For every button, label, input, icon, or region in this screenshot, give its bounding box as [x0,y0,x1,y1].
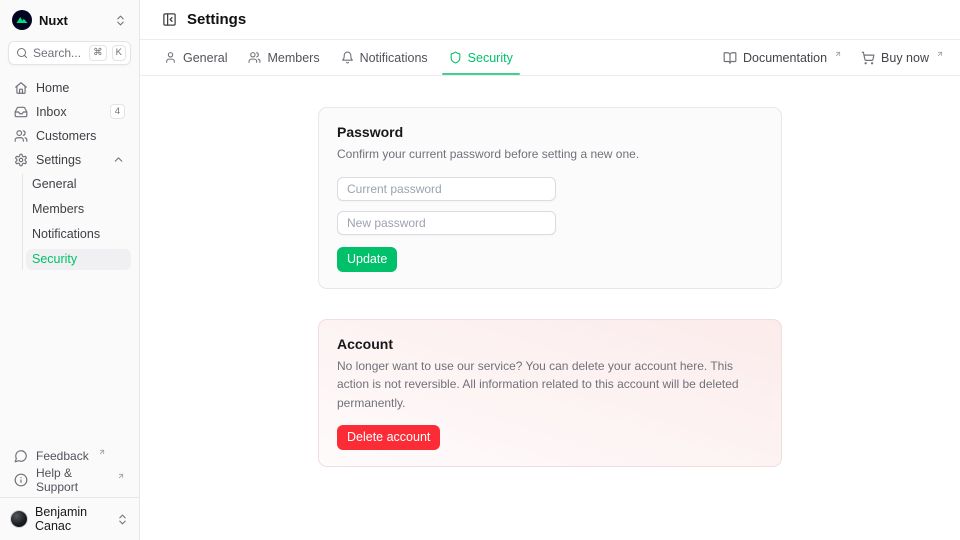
kbd-k: K [112,45,126,61]
sidebar-footer: Feedback Help & Support [8,446,131,497]
sidebar-nav: Home Inbox 4 Customers Settings General … [8,78,131,270]
external-link-icon [834,50,842,58]
sidebar-item-settings[interactable]: Settings [8,150,131,169]
external-link-icon [98,448,106,456]
users-icon [14,129,28,143]
org-switcher[interactable]: Nuxt [8,8,131,32]
footer-link-label: Help & Support [36,466,108,494]
tab-label: Notifications [360,51,428,65]
tab-members[interactable]: Members [247,40,320,75]
avatar [10,510,28,528]
tabbar-links: Documentation Buy now [723,51,944,65]
inbox-count-badge: 4 [110,104,125,120]
panel-left-close-icon [162,12,177,27]
search-input[interactable]: Search... ⌘ K [8,41,131,65]
account-card-description: No longer want to use our service? You c… [337,357,763,413]
bell-icon [341,51,354,64]
account-card: Account No longer want to use our servic… [318,319,782,468]
delete-account-button[interactable]: Delete account [337,425,440,450]
new-password-field[interactable] [337,211,556,235]
search-icon [16,47,28,59]
user-icon [164,51,177,64]
external-link-icon [936,50,944,58]
content-area: Password Confirm your current password b… [140,76,960,540]
kbd-cmd: ⌘ [89,45,107,61]
chevrons-up-down-icon [116,513,129,526]
info-icon [14,473,28,487]
tab-link-label: Buy now [881,51,929,65]
tab-security[interactable]: Security [448,40,514,75]
house-icon [14,81,28,95]
documentation-link[interactable]: Documentation [723,51,842,65]
org-name: Nuxt [39,13,107,28]
chat-bubble-icon [14,449,28,463]
cart-icon [861,51,875,65]
chevrons-up-down-icon [114,14,127,27]
inbox-icon [14,105,28,119]
sidebar-item-label: Home [36,81,69,95]
user-menu[interactable]: Benjamin Canac [0,497,139,540]
collapse-sidebar-button[interactable] [162,12,177,27]
help-support-link[interactable]: Help & Support [8,470,131,489]
tab-label: Security [468,51,513,65]
sidebar-item-settings-members[interactable]: Members [26,199,131,220]
main-area: Settings General Members Notifications S… [140,0,960,540]
page-header: Settings [140,0,960,40]
buy-now-link[interactable]: Buy now [861,51,944,65]
sidebar-item-label: Customers [36,129,96,143]
settings-sub-list: General Members Notifications Security [22,174,131,270]
sidebar-item-settings-security[interactable]: Security [26,249,131,270]
sidebar-item-inbox[interactable]: Inbox 4 [8,102,131,121]
feedback-link[interactable]: Feedback [8,446,131,465]
tab-general[interactable]: General [163,40,228,75]
chevron-up-icon [112,153,125,166]
shield-icon [449,51,462,64]
sidebar-item-label: Inbox [36,105,67,119]
external-link-icon [117,472,125,480]
password-card-title: Password [337,124,763,140]
password-card: Password Confirm your current password b… [318,107,782,289]
account-card-title: Account [337,336,763,352]
book-open-icon [723,51,737,65]
tab-label: Members [267,51,319,65]
settings-tabbar: General Members Notifications Security D… [140,40,960,76]
password-card-description: Confirm your current password before set… [337,145,763,164]
sidebar-item-settings-general[interactable]: General [26,174,131,195]
tab-link-label: Documentation [743,51,827,65]
tab-label: General [183,51,227,65]
search-placeholder: Search... [33,46,84,60]
page-title: Settings [187,11,246,28]
update-password-button[interactable]: Update [337,247,397,272]
sidebar-item-settings-notifications[interactable]: Notifications [26,224,131,245]
footer-link-label: Feedback [36,449,89,463]
sidebar: Nuxt Search... ⌘ K Home Inbox 4 Customer… [0,0,140,540]
tab-notifications[interactable]: Notifications [340,40,429,75]
sidebar-item-customers[interactable]: Customers [8,126,131,145]
current-password-field[interactable] [337,177,556,201]
gear-icon [14,153,28,167]
nuxt-logo-icon [12,10,32,30]
users-icon [248,51,261,64]
sidebar-item-label: Settings [36,153,81,167]
sidebar-item-home[interactable]: Home [8,78,131,97]
user-name: Benjamin Canac [35,505,109,533]
